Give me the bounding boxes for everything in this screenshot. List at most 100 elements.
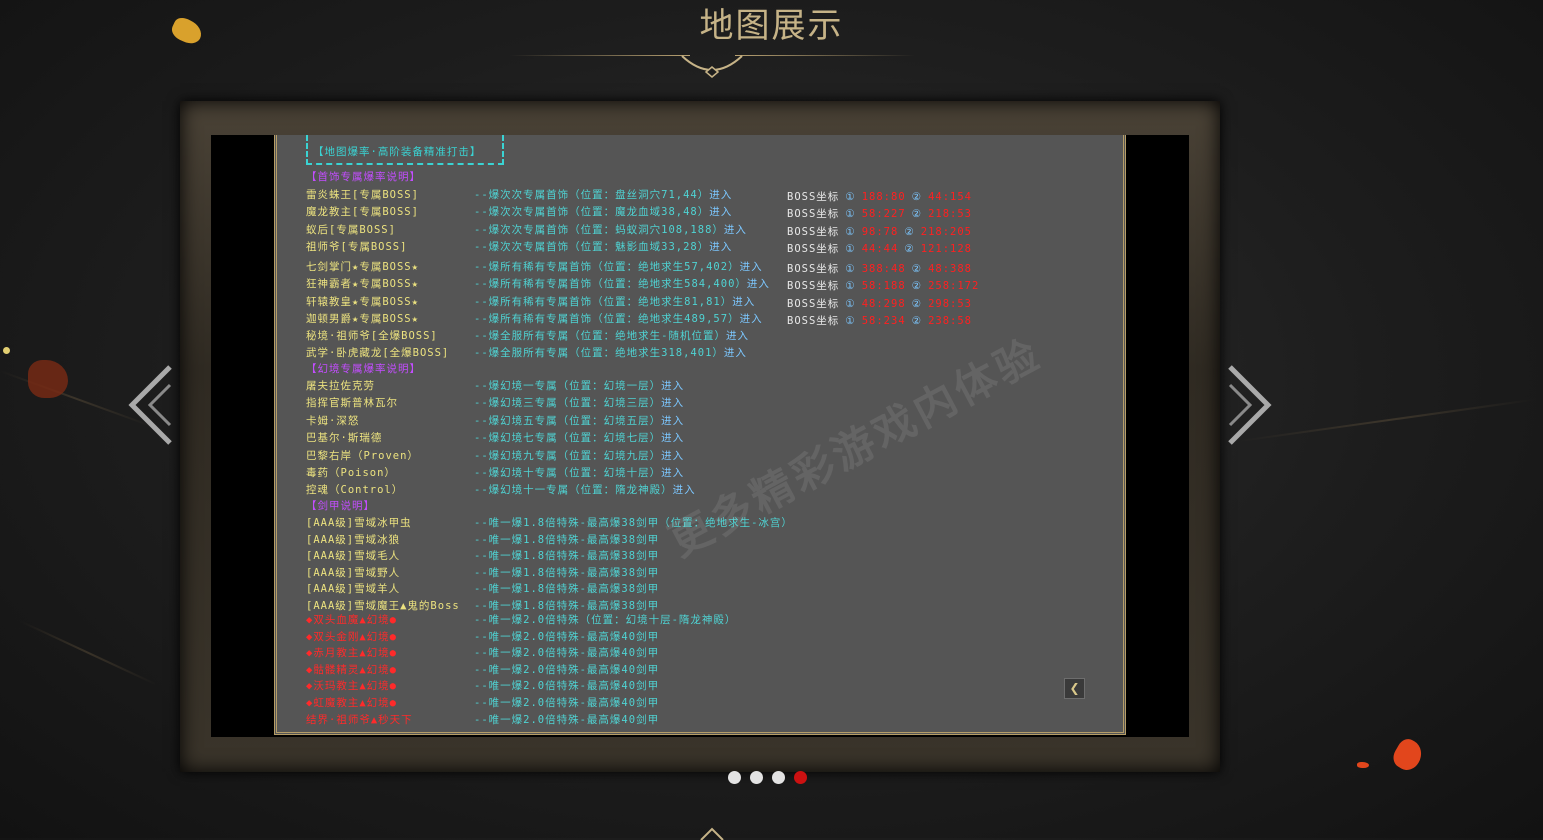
drop-description: --爆幻境十一专属（位置：隋龙神殿）进入 xyxy=(474,484,696,496)
coord-value: ② xyxy=(904,242,915,255)
enter-link[interactable]: 进入 xyxy=(661,432,684,444)
boss-name: [AAA级]雪域冰狼 xyxy=(306,533,401,546)
boss-name: 轩辕教皇★专属BOSS★ xyxy=(306,295,419,308)
drop-text: --爆幻境九专属（位置：幻境九层） xyxy=(474,449,662,462)
enter-link[interactable]: 进入 xyxy=(709,206,732,218)
section-header: 【剑甲说明】 xyxy=(306,500,375,512)
coord-value: 298:53 xyxy=(928,297,973,310)
enter-link[interactable]: 进入 xyxy=(673,484,696,496)
coord-value: 44:44 xyxy=(861,242,899,255)
boss-name: ◆沃玛教主▲幻境● xyxy=(306,680,397,693)
boss-name: 指挥官斯普林瓦尔 xyxy=(306,397,398,410)
coord-value: ② xyxy=(911,297,923,310)
coord-value: 258:172 xyxy=(928,280,980,293)
drop-description: --爆幻境九专属（位置：幻境九层）进入 xyxy=(474,450,684,462)
drop-description: --唯一爆2.0倍特殊（位置：幻境十层-隋龙神殿） xyxy=(474,614,736,626)
enter-link[interactable]: 进入 xyxy=(709,189,732,201)
drop-description: --爆幻境五专属（位置：幻境五层）进入 xyxy=(474,415,684,427)
gold-dot xyxy=(3,347,10,354)
drop-text: --爆次次专属首饰（位置：盘丝洞穴71,44） xyxy=(474,189,710,201)
drop-text: --爆所有稀有专属首饰（位置：绝地求生584,400） xyxy=(474,278,747,291)
drop-text: --唯一爆2.0倍特殊-最高爆40剑甲 xyxy=(474,647,660,660)
drop-text: --爆幻境五专属（位置：幻境五层） xyxy=(474,414,662,427)
coord-value: 44:154 xyxy=(928,191,973,203)
enter-link[interactable]: 进入 xyxy=(740,261,763,273)
enter-link[interactable]: 进入 xyxy=(732,296,755,308)
coord-value: ② xyxy=(911,314,923,327)
boss-coords: BOSS坐标 ① 58:234 ② 238:58 xyxy=(787,315,978,327)
boss-name: 秘境·祖师爷[全爆BOSS] xyxy=(306,330,438,343)
bg-streak xyxy=(19,620,157,686)
chevron-left-icon[interactable] xyxy=(128,365,172,445)
enter-link[interactable]: 进入 xyxy=(661,467,684,479)
drop-text: --唯一爆2.0倍特殊-最高爆40剑甲 xyxy=(474,713,660,726)
pagination-dot[interactable] xyxy=(772,771,785,784)
title-ornament-icon xyxy=(681,55,743,78)
drop-text: --唯一爆1.8倍特殊-最高爆38剑甲 xyxy=(474,600,660,612)
boss-name: 迦顿男爵★专属BOSS★ xyxy=(306,312,419,325)
boss-name: 狂神霸者★专属BOSS★ xyxy=(306,278,419,291)
enter-link[interactable]: 进入 xyxy=(724,347,747,359)
boss-name: 巴黎右岸（Proven） xyxy=(306,449,419,462)
boss-name: 巴基尔·斯瑞德 xyxy=(306,432,383,445)
chevron-right-icon[interactable] xyxy=(1228,365,1272,445)
drop-description: --唯一爆1.8倍特殊-最高爆38剑甲 xyxy=(474,600,659,612)
coord-value: 58:188 xyxy=(861,280,906,293)
boss-name: [AAA级]雪域冰甲虫 xyxy=(306,517,412,529)
drop-description: --唯一爆2.0倍特殊-最高爆40剑甲 xyxy=(474,697,659,709)
boss-name: [AAA级]雪域羊人 xyxy=(306,583,401,596)
section-header: 【首饰专属爆率说明】 xyxy=(306,171,421,183)
drop-text: --唯一爆2.0倍特殊-最高爆40剑甲 xyxy=(474,663,660,676)
coord-value: 121:128 xyxy=(920,242,973,255)
drop-description: --爆次次专属首饰（位置：魅影血域33,28）进入 xyxy=(474,241,732,253)
coord-value: 48:388 xyxy=(928,262,973,275)
enter-link[interactable]: 进入 xyxy=(740,313,763,325)
coord-value: ② xyxy=(911,280,923,293)
boss-name: 雷炎蛛王[专属BOSS] xyxy=(306,189,419,201)
coord-value: ② xyxy=(911,191,923,203)
bg-streak xyxy=(1239,398,1538,442)
boss-name: ◆骷髅精灵▲幻境● xyxy=(306,663,397,676)
coord-label: BOSS坐标 xyxy=(787,314,840,327)
drop-text: --爆全服所有专属（位置：绝地求生-随机位置） xyxy=(474,330,726,343)
drop-description: --爆次次专属首饰（位置：盘丝洞穴71,44）进入 xyxy=(474,189,732,201)
coord-value: 98:78 xyxy=(861,225,899,238)
drop-text: --爆幻境三专属（位置：幻境三层） xyxy=(474,397,662,410)
boss-name: 武学·卧虎藏龙[全爆BOSS] xyxy=(306,347,450,360)
drop-description: --爆全服所有专属（位置：绝地求生318,401）进入 xyxy=(474,347,747,359)
enter-link[interactable]: 进入 xyxy=(709,241,732,253)
enter-link[interactable]: 进入 xyxy=(726,330,749,342)
drop-description: --唯一爆2.0倍特殊-最高爆40剑甲 xyxy=(474,647,659,659)
pagination-dot[interactable] xyxy=(794,771,807,784)
drop-text: --爆幻境一专属（位置：幻境一层） xyxy=(474,380,662,392)
drop-description: --唯一爆2.0倍特殊-最高爆40剑甲 xyxy=(474,680,659,692)
enter-link[interactable]: 进入 xyxy=(747,278,770,290)
pagination-dot[interactable] xyxy=(750,771,763,784)
back-button[interactable]: ❮ xyxy=(1064,678,1085,699)
drop-description: --唯一爆2.0倍特殊-最高爆40剑甲 xyxy=(474,664,659,676)
pagination-dot[interactable] xyxy=(728,771,741,784)
drop-text: --爆幻境十一专属（位置：隋龙神殿） xyxy=(474,484,673,497)
drop-text: --唯一爆2.0倍特殊-最高爆40剑甲 xyxy=(474,630,660,643)
drop-description: --爆次次专属首饰（位置：魔龙血域38,48）进入 xyxy=(474,206,732,218)
enter-link[interactable]: 进入 xyxy=(724,224,747,236)
boss-name: 结界·祖师爷▲秒天下 xyxy=(306,713,413,726)
drop-description: --爆幻境三专属（位置：幻境三层）进入 xyxy=(474,397,684,409)
enter-link[interactable]: 进入 xyxy=(661,380,684,392)
coord-value: 218:53 xyxy=(928,208,973,221)
drop-description: --唯一爆1.8倍特殊-最高爆38剑甲 xyxy=(474,567,659,579)
drop-description: --唯一爆2.0倍特殊-最高爆40剑甲 xyxy=(474,631,659,643)
coord-label: BOSS坐标 xyxy=(787,191,840,203)
boss-name: 魔龙教主[专属BOSS] xyxy=(306,206,419,219)
drop-text: --唯一爆1.8倍特殊-最高爆38剑甲 xyxy=(474,533,660,546)
enter-link[interactable]: 进入 xyxy=(661,397,684,409)
enter-link[interactable]: 进入 xyxy=(661,415,684,427)
drop-description: --爆所有稀有专属首饰（位置：绝地求生81,81）进入 xyxy=(474,296,755,308)
enter-link[interactable]: 进入 xyxy=(661,450,684,462)
rust-fleck xyxy=(28,360,68,398)
coord-value: ① xyxy=(845,280,856,293)
coord-value: 48:298 xyxy=(861,297,906,310)
drop-text: --爆所有稀有专属首饰（位置：绝地求生81,81） xyxy=(474,295,733,308)
coord-value: ② xyxy=(911,208,923,221)
drop-description: --爆幻境七专属（位置：幻境七层）进入 xyxy=(474,432,684,444)
